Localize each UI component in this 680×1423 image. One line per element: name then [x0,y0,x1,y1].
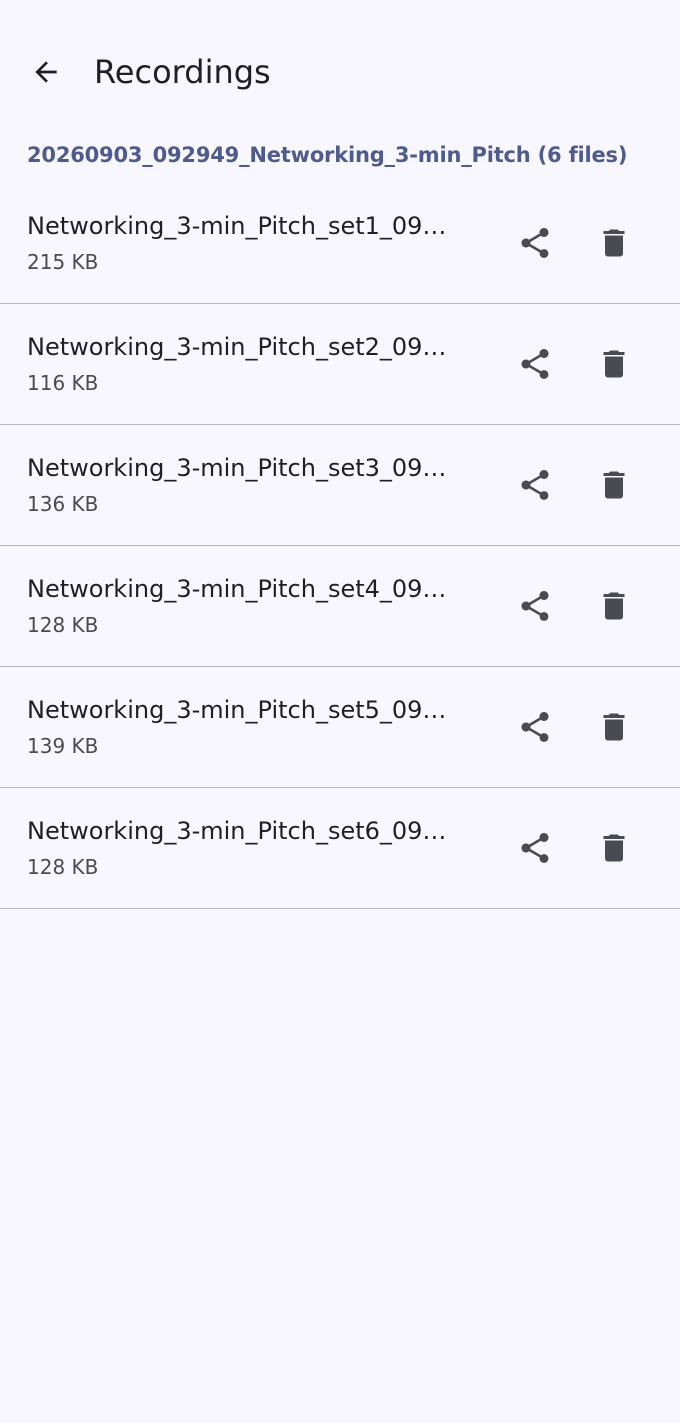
file-size: 139 KB [27,734,99,758]
file-list: Networking_3-min_Pitch_set1_09… 215 KB N… [0,183,680,909]
file-name: Networking_3-min_Pitch_set4_09… [27,575,447,603]
back-button[interactable] [22,48,70,96]
arrow-left-icon [35,61,57,83]
trash-icon [603,471,625,499]
share-button[interactable] [511,461,559,509]
file-size: 128 KB [27,613,99,637]
file-size: 136 KB [27,492,99,516]
share-icon [521,712,549,742]
page-title: Recordings [94,53,271,91]
delete-button[interactable] [590,219,638,267]
share-icon [521,470,549,500]
file-row[interactable]: Networking_3-min_Pitch_set2_09… 116 KB [0,304,680,425]
file-name: Networking_3-min_Pitch_set5_09… [27,696,447,724]
share-icon [521,833,549,863]
file-name: Networking_3-min_Pitch_set3_09… [27,454,447,482]
file-name: Networking_3-min_Pitch_set2_09… [27,333,447,361]
file-row[interactable]: Networking_3-min_Pitch_set5_09… 139 KB [0,667,680,788]
file-size: 128 KB [27,855,99,879]
trash-icon [603,713,625,741]
file-name: Networking_3-min_Pitch_set1_09… [27,212,447,240]
share-icon [521,228,549,258]
delete-button[interactable] [590,582,638,630]
trash-icon [603,350,625,378]
share-button[interactable] [511,219,559,267]
share-button[interactable] [511,703,559,751]
delete-button[interactable] [590,461,638,509]
file-name: Networking_3-min_Pitch_set6_09… [27,817,447,845]
file-row[interactable]: Networking_3-min_Pitch_set3_09… 136 KB [0,425,680,546]
file-size: 215 KB [27,250,99,274]
file-row[interactable]: Networking_3-min_Pitch_set1_09… 215 KB [0,183,680,304]
share-icon [521,349,549,379]
share-button[interactable] [511,582,559,630]
file-row[interactable]: Networking_3-min_Pitch_set6_09… 128 KB [0,788,680,909]
delete-button[interactable] [590,703,638,751]
recordings-screen: Recordings 20260903_092949_Networking_3-… [0,0,680,1423]
share-icon [521,591,549,621]
share-button[interactable] [511,340,559,388]
file-size: 116 KB [27,371,99,395]
delete-button[interactable] [590,824,638,872]
folder-header: 20260903_092949_Networking_3-min_Pitch (… [27,143,628,167]
trash-icon [603,834,625,862]
file-row[interactable]: Networking_3-min_Pitch_set4_09… 128 KB [0,546,680,667]
trash-icon [603,592,625,620]
trash-icon [603,229,625,257]
delete-button[interactable] [590,340,638,388]
app-bar: Recordings [0,0,680,144]
share-button[interactable] [511,824,559,872]
